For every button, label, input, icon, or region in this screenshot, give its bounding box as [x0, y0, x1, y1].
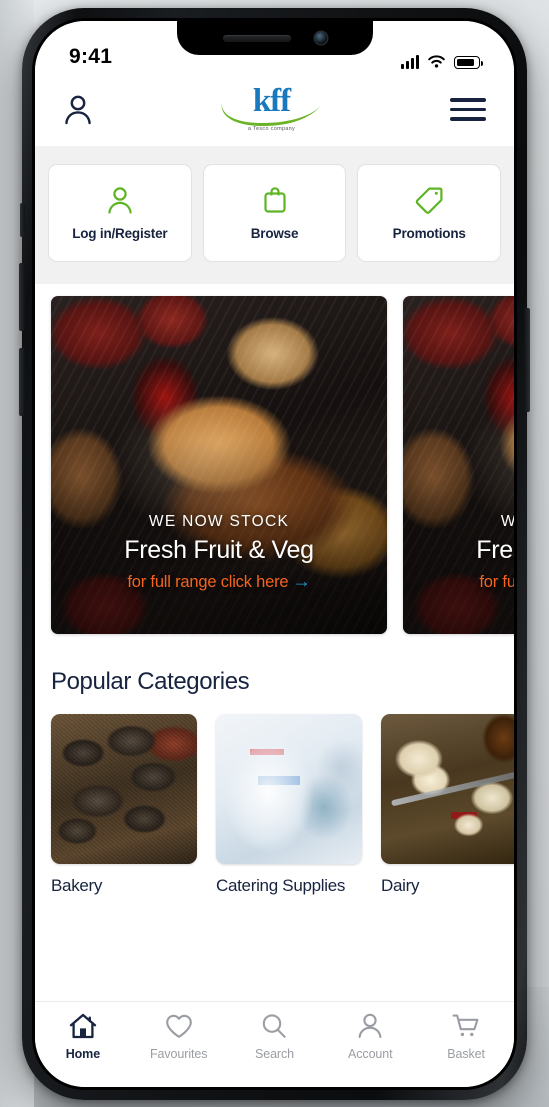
home-icon: [69, 1013, 97, 1039]
quick-action-login[interactable]: Log in/Register: [48, 164, 192, 262]
device-notch: [176, 21, 373, 55]
category-list: Bakery Catering Supplies Dairy: [51, 714, 514, 896]
volume-up-button[interactable]: [19, 263, 25, 331]
promo-copy: WE NOW STOCK Fresh Fruit & Veg for full …: [403, 513, 514, 592]
promo-copy: WE NOW STOCK Fresh Fruit & Veg for full …: [51, 513, 387, 592]
category-card-catering-supplies[interactable]: Catering Supplies: [216, 714, 362, 896]
tab-label: Home: [65, 1047, 101, 1061]
promo-title: Fresh Fruit & Veg: [124, 536, 314, 564]
promo-cta[interactable]: for full range click here →: [51, 571, 387, 592]
search-icon: [263, 1014, 287, 1038]
tab-search[interactable]: Search: [227, 1012, 323, 1061]
phone-screen: 9:41 kff a Tesco company Log in/Register…: [35, 21, 514, 1087]
tab-label: Account: [348, 1047, 393, 1061]
shopping-cart-icon: [452, 1014, 479, 1037]
heart-icon: [165, 1014, 192, 1038]
promo-kicker: WE NOW STOCK: [500, 513, 514, 530]
category-card-dairy[interactable]: Dairy: [381, 714, 514, 896]
status-indicators: [401, 55, 484, 69]
tab-label: Search: [254, 1047, 294, 1061]
promo-slide[interactable]: WE NOW STOCK Fresh Fruit & Veg for full …: [403, 296, 514, 634]
logo-tagline: a Tesco company: [247, 126, 296, 133]
category-image: [216, 714, 362, 864]
bottom-tab-bar: Home Favourites Search Account Basket: [35, 1001, 514, 1087]
tab-account[interactable]: Account: [322, 1012, 418, 1061]
shopping-bag-icon: [263, 187, 286, 213]
category-label: Catering Supplies: [216, 876, 346, 895]
app-header: kff a Tesco company: [35, 73, 514, 146]
tab-label: Basket: [447, 1047, 485, 1061]
promo-kicker: WE NOW STOCK: [148, 513, 290, 530]
quick-action-label: Browse: [250, 226, 299, 241]
category-card-bakery[interactable]: Bakery: [51, 714, 197, 896]
phone-bezel: 9:41 kff a Tesco company Log in/Register…: [32, 18, 517, 1090]
phone-device-frame: 9:41 kff a Tesco company Log in/Register…: [19, 8, 530, 1100]
earpiece-speaker-icon: [222, 34, 291, 42]
promo-cta-text: for full range click here: [479, 573, 514, 591]
volume-down-button[interactable]: [19, 348, 25, 416]
logo-wordmark: kff: [252, 83, 291, 120]
quick-action-browse[interactable]: Browse: [202, 164, 347, 262]
hamburger-menu-icon[interactable]: [450, 98, 486, 121]
section-heading: Popular Categories: [51, 668, 250, 695]
tag-icon: [415, 187, 443, 214]
promo-slide[interactable]: WE NOW STOCK Fresh Fruit & Veg for full …: [51, 296, 387, 634]
quick-action-label: Promotions: [392, 226, 466, 241]
promo-cta[interactable]: for full range click here →: [403, 571, 514, 592]
kff-logo[interactable]: kff a Tesco company: [218, 83, 326, 133]
person-icon: [108, 187, 132, 214]
popular-categories-section: Popular Categories Bakery Catering Suppl…: [35, 648, 514, 1001]
status-time: 9:41: [69, 45, 113, 68]
tab-home[interactable]: Home: [35, 1012, 131, 1061]
tab-favourites[interactable]: Favourites: [131, 1012, 227, 1061]
cellular-signal-icon: [401, 55, 419, 69]
promo-carousel[interactable]: WE NOW STOCK Fresh Fruit & Veg for full …: [35, 284, 514, 648]
person-icon: [358, 1013, 382, 1039]
mute-switch-button[interactable]: [20, 203, 25, 237]
wifi-icon: [428, 55, 445, 68]
category-image: [381, 714, 514, 864]
category-label: Bakery: [51, 876, 103, 895]
quick-action-promotions[interactable]: Promotions: [357, 164, 502, 262]
promo-cta-text: for full range click here: [127, 573, 289, 591]
tab-basket[interactable]: Basket: [418, 1012, 514, 1061]
front-camera-icon: [314, 32, 327, 44]
category-label: Dairy: [381, 876, 420, 895]
arrow-right-icon: →: [292, 571, 311, 591]
category-image: [51, 714, 197, 864]
tab-label: Favourites: [150, 1047, 208, 1061]
promo-title: Fresh Fruit & Veg: [476, 536, 514, 564]
quick-action-label: Log in/Register: [72, 226, 168, 241]
power-button[interactable]: [524, 308, 530, 412]
person-icon[interactable]: [63, 94, 93, 125]
quick-actions-bar: Log in/Register Browse Promotions: [35, 146, 514, 284]
battery-icon: [454, 56, 484, 69]
